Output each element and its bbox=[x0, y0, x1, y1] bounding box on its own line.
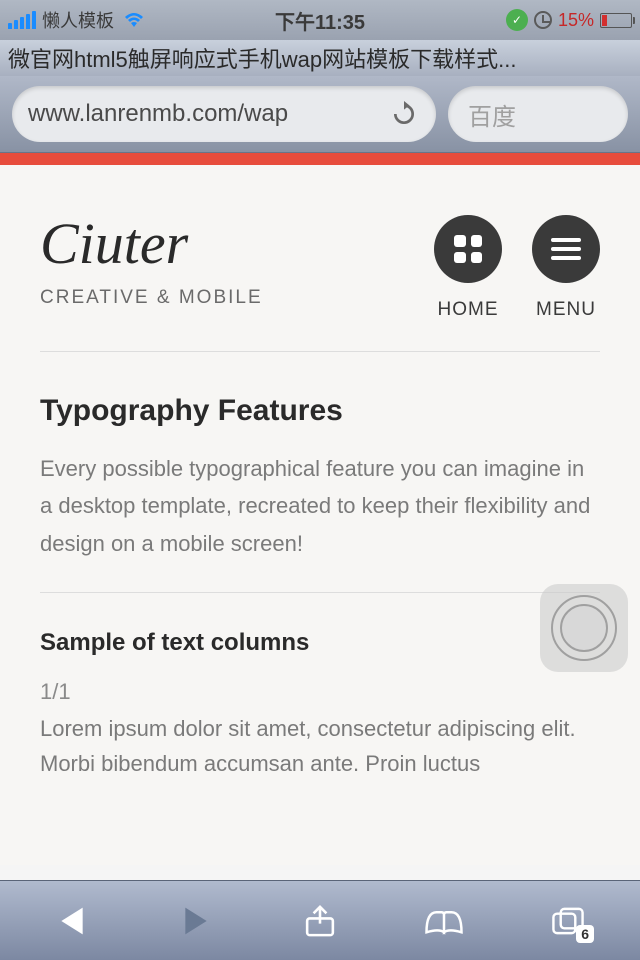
page-title-bar: 微官网html5触屏响应式手机wap网站模板下载样式... bbox=[0, 40, 640, 76]
battery-icon bbox=[600, 13, 632, 28]
logo-block: Ciuter CREATIVE & MOBILE bbox=[40, 215, 434, 309]
reload-button[interactable] bbox=[388, 98, 420, 130]
grid-icon bbox=[454, 235, 482, 263]
home-button[interactable] bbox=[434, 215, 502, 283]
search-input[interactable]: 百度 bbox=[448, 86, 628, 142]
logo-tagline: CREATIVE & MOBILE bbox=[40, 287, 434, 309]
page-content: Ciuter CREATIVE & MOBILE HOME MENU Typog… bbox=[0, 165, 640, 865]
security-badge-icon: ✓ bbox=[506, 9, 528, 31]
assistive-touch-button[interactable] bbox=[540, 584, 628, 672]
status-time: 下午11:35 bbox=[275, 6, 365, 35]
wifi-icon bbox=[122, 11, 146, 29]
share-button[interactable] bbox=[300, 901, 340, 941]
section-intro: Every possible typographical feature you… bbox=[40, 450, 600, 562]
address-bar-row: www.lanrenmb.com/wap 百度 bbox=[0, 76, 640, 153]
column-label: 1/1 bbox=[40, 679, 600, 705]
home-label: HOME bbox=[434, 299, 502, 321]
alarm-icon bbox=[534, 11, 552, 29]
divider bbox=[40, 592, 600, 593]
menu-label: MENU bbox=[532, 299, 600, 321]
pages-count-badge: 6 bbox=[576, 925, 594, 943]
subsection-title: Sample of text columns bbox=[40, 629, 600, 657]
back-button[interactable] bbox=[52, 901, 92, 941]
divider bbox=[40, 351, 600, 352]
forward-button[interactable] bbox=[176, 901, 216, 941]
battery-percent: 15% bbox=[558, 10, 594, 31]
accent-bar bbox=[0, 153, 640, 165]
status-bar: 懒人模板 下午11:35 ✓ 15% bbox=[0, 0, 640, 40]
menu-button[interactable] bbox=[532, 215, 600, 283]
pages-button[interactable]: 6 bbox=[548, 901, 588, 941]
column-body: Lorem ipsum dolor sit amet, consectetur … bbox=[40, 711, 600, 781]
search-placeholder: 百度 bbox=[468, 97, 516, 132]
carrier-label: 懒人模板 bbox=[42, 7, 114, 33]
hamburger-icon bbox=[551, 238, 581, 260]
browser-toolbar: 6 bbox=[0, 880, 640, 960]
url-text: www.lanrenmb.com/wap bbox=[28, 100, 388, 128]
logo-text: Ciuter bbox=[40, 215, 434, 273]
signal-icon bbox=[8, 11, 36, 29]
bookmarks-button[interactable] bbox=[424, 901, 464, 941]
section-title: Typography Features bbox=[40, 394, 600, 428]
address-bar[interactable]: www.lanrenmb.com/wap bbox=[12, 86, 436, 142]
